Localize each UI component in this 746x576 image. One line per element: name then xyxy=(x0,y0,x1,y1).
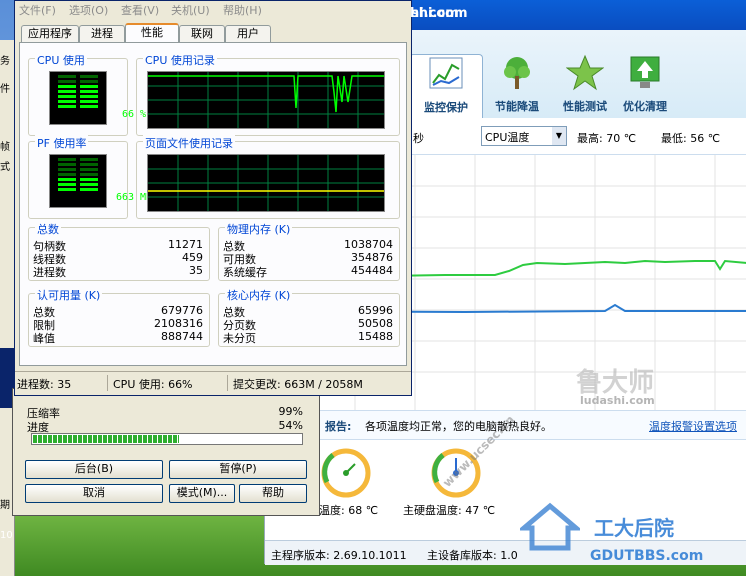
star-icon xyxy=(565,54,605,91)
stat-value: 354876 xyxy=(351,251,393,264)
upload-monitor-icon xyxy=(630,56,660,88)
pf-usage-meter: 663 MB xyxy=(49,154,152,208)
report-text: 各项温度均正常，您的电脑散热良好。 xyxy=(365,420,552,433)
stat-label: 系统缓存 xyxy=(223,266,267,279)
menu-bar: 文件(F) 选项(O) 查看(V) 关机(U) 帮助(H) xyxy=(15,1,411,19)
strip-char: 期 xyxy=(0,500,10,511)
stat-value: 2108316 xyxy=(154,317,203,330)
progress-bar xyxy=(31,433,303,445)
stat-value: 65996 xyxy=(358,304,393,317)
tab-applications[interactable]: 应用程序 xyxy=(21,25,79,42)
pause-button[interactable]: 暂停(P) xyxy=(169,460,307,479)
tab-processes[interactable]: 进程 xyxy=(79,25,125,42)
pf-history-group: 页面文件使用记录 xyxy=(136,135,400,219)
progress-fill xyxy=(33,435,179,443)
tab-users[interactable]: 用户 xyxy=(225,25,271,42)
max-temp: 最高: 70 ℃ xyxy=(577,132,637,145)
tool-monitor-protect[interactable]: 监控保护 xyxy=(409,54,483,119)
monitor-chart-icon xyxy=(429,57,463,89)
stat-value: 454484 xyxy=(351,264,393,277)
stat-value: 35 xyxy=(189,264,203,277)
stat-value: 11271 xyxy=(168,238,203,251)
cpu-usage-group: CPU 使用 66 % xyxy=(28,52,146,136)
stat-value: 459 xyxy=(182,251,203,264)
status-commit: 提交更改: 663M / 2058M xyxy=(233,378,363,391)
strip-char: 式 xyxy=(0,162,10,173)
status-cpu: CPU 使用: 66% xyxy=(113,378,193,391)
tree-icon xyxy=(504,57,530,89)
commit-charge-group: 认可用量 (K) 总数 679776 限制 2108316 峰值 888744 xyxy=(28,287,210,347)
sensor-select[interactable]: CPU温度 ▼ xyxy=(481,126,567,146)
ratio-value: 99% xyxy=(278,405,303,418)
menu-help[interactable]: 帮助(H) xyxy=(223,2,262,18)
cpu-meter-bars xyxy=(58,75,98,108)
pf-meter-bars xyxy=(58,158,98,191)
physical-memory-group: 物理内存 (K) 总数 1038704 可用数 354876 系统缓存 4544… xyxy=(218,221,400,281)
bbs-watermark: 工大后院 xyxy=(594,516,674,540)
menu-file[interactable]: 文件(F) xyxy=(19,2,56,18)
stat-label: 未分页 xyxy=(223,332,256,345)
help-button[interactable]: 帮助 xyxy=(239,484,307,503)
tab-performance[interactable]: 性能 xyxy=(125,23,179,44)
stat-label: 进程数 xyxy=(33,266,66,279)
kernel-memory-group: 核心内存 (K) 总数 65996 分页数 50508 未分页 15488 xyxy=(218,287,400,347)
stat-value: 679776 xyxy=(161,304,203,317)
cancel-button[interactable]: 取消 xyxy=(25,484,163,503)
background-button[interactable]: 后台(B) xyxy=(25,460,163,479)
alarm-settings-link[interactable]: 温度报警设置选项 xyxy=(649,418,737,434)
house-logo-icon xyxy=(520,502,580,551)
compression-dialog: 压缩率 99% 进度 54% 后台(B) 暂停(P) 取消 模式(M)... 帮… xyxy=(12,388,320,516)
menu-view[interactable]: 查看(V) xyxy=(121,2,159,18)
stat-value: 888744 xyxy=(161,330,203,343)
disk-temp-label: 主硬盘温度: 47 ℃ xyxy=(403,504,496,517)
task-manager-window: 文件(F) 选项(O) 查看(V) 关机(U) 帮助(H) 应用程序 进程 性能… xyxy=(14,0,412,396)
chevron-down-icon: ▼ xyxy=(552,127,566,145)
pf-history-graph xyxy=(147,154,385,212)
strip-char: 务 xyxy=(0,56,10,67)
stat-value: 50508 xyxy=(358,317,393,330)
tool-optimize-clean[interactable]: 优化清理 xyxy=(609,54,681,118)
ludashi-url-watermark: ludashi.com xyxy=(580,394,655,407)
strip-char: 10 xyxy=(0,530,13,541)
bbs-url-watermark: GDUTBBS.com xyxy=(590,548,704,564)
strip-char: 件 xyxy=(0,84,10,95)
totals-group: 总数 句柄数 11271 线程数 459 进程数 35 xyxy=(28,221,210,281)
progress-value: 54% xyxy=(278,419,303,432)
menu-options[interactable]: 选项(O) xyxy=(69,2,108,18)
mode-button[interactable]: 模式(M)... xyxy=(169,484,235,503)
cpu-temp-gauge xyxy=(321,448,371,498)
library-version: 主设备库版本: 1.0 xyxy=(427,549,518,562)
site-label: hi.com xyxy=(410,6,459,21)
program-version: 主程序版本: 2.69.10.1011 xyxy=(271,549,407,562)
report-title: 报告: xyxy=(325,420,352,433)
status-divider xyxy=(107,375,108,391)
menu-shutdown[interactable]: 关机(U) xyxy=(171,2,210,18)
tool-energy-cool[interactable]: 节能降温 xyxy=(481,54,553,118)
stat-label: 峰值 xyxy=(33,332,55,345)
stat-value: 15488 xyxy=(358,330,393,343)
cpu-temp-label: 温度: 68 ℃ xyxy=(319,504,379,517)
status-processes: 进程数: 35 xyxy=(17,378,72,391)
status-divider xyxy=(227,375,228,391)
stat-value: 1038704 xyxy=(344,238,393,251)
cpu-history-group: CPU 使用记录 xyxy=(136,52,400,136)
cpu-history-graph xyxy=(147,71,385,129)
performance-panel: CPU 使用 66 % CPU 使用记录 PF 使用率 663 MB 页面文件使… xyxy=(19,42,407,366)
strip-char: 帧 xyxy=(0,142,10,153)
min-temp: 最低: 56 ℃ xyxy=(661,132,721,145)
cpu-usage-meter: 66 % xyxy=(49,71,146,125)
seconds-label: 秒 xyxy=(413,132,424,145)
tab-networking[interactable]: 联网 xyxy=(179,25,225,42)
task-manager-status-bar: 进程数: 35 CPU 使用: 66% 提交更改: 663M / 2058M xyxy=(15,371,411,394)
pf-usage-group: PF 使用率 663 MB xyxy=(28,135,152,219)
